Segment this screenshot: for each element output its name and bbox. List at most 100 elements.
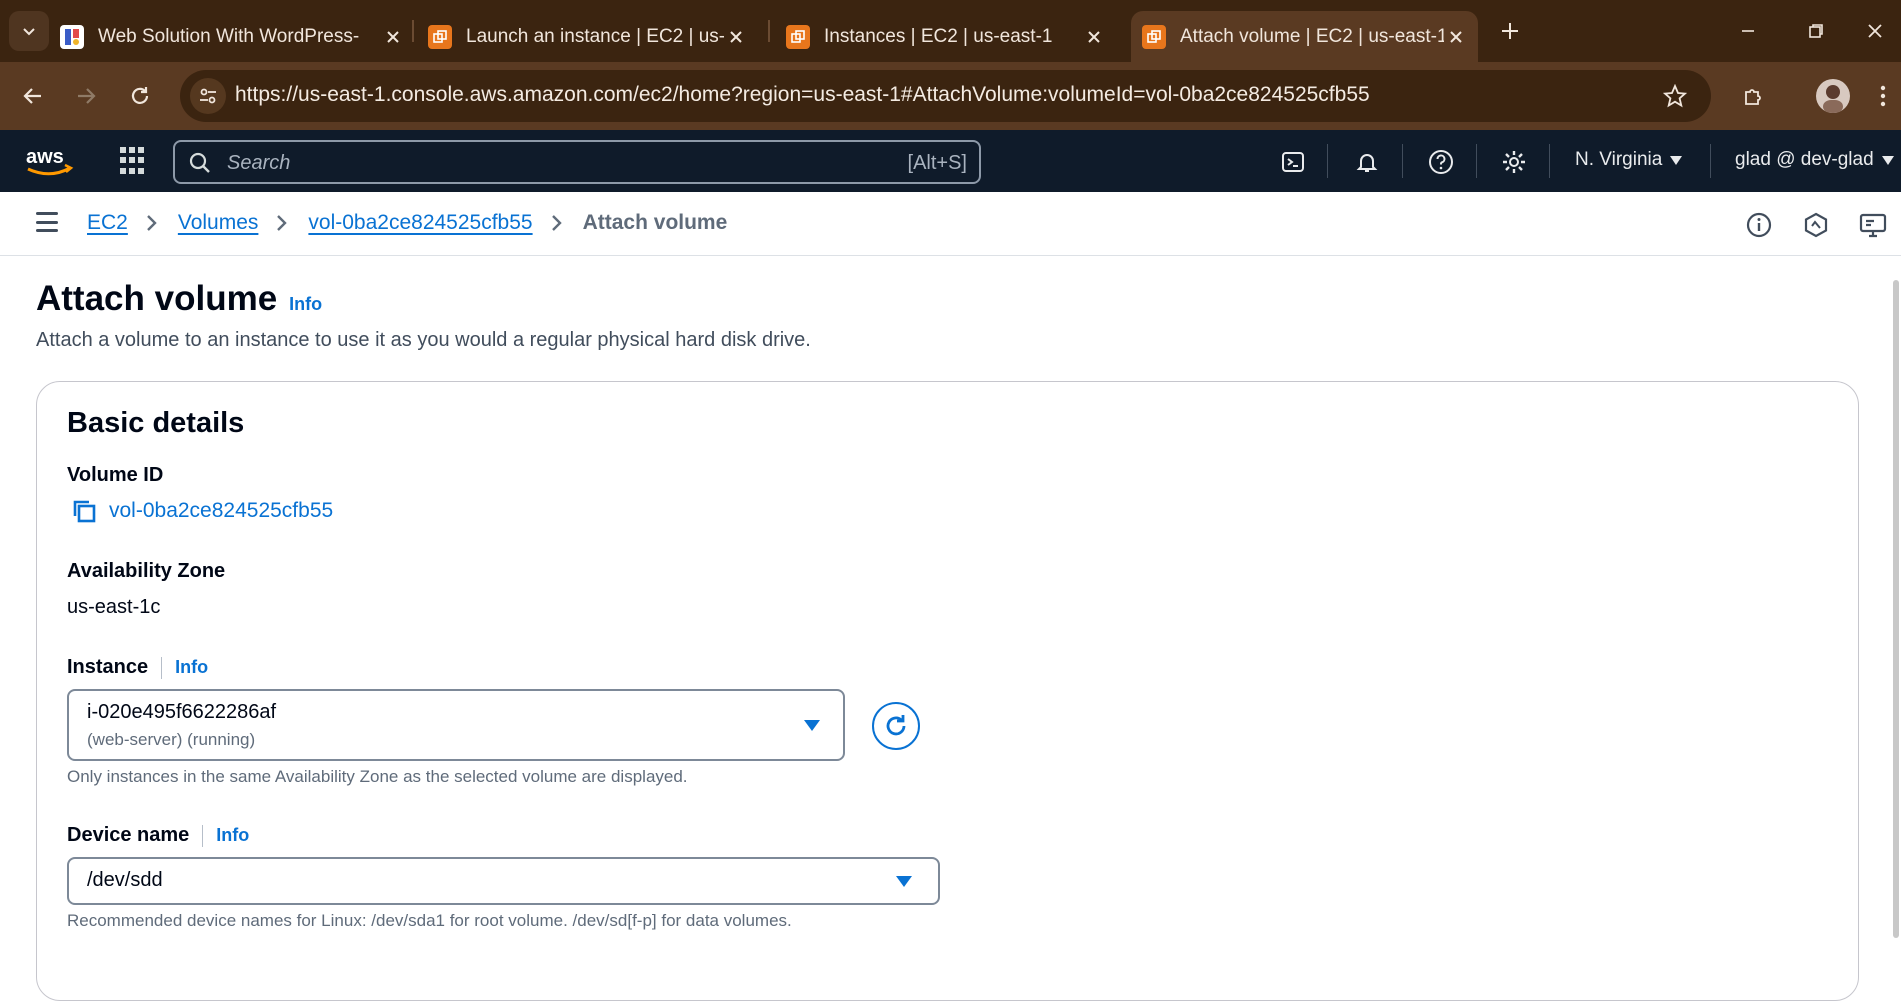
- instance-select[interactable]: i-020e495f6622286af (web-server) (runnin…: [67, 689, 845, 761]
- restore-icon: [1809, 24, 1823, 38]
- svg-text:aws: aws: [26, 146, 64, 168]
- breadcrumb-current: Attach volume: [582, 211, 728, 234]
- device-name-info-link[interactable]: Info: [216, 825, 249, 846]
- instance-info-link[interactable]: Info: [175, 657, 208, 678]
- shield-icon: [1804, 212, 1828, 238]
- tab-title: Web Solution With WordPress-: [98, 25, 360, 47]
- security-panel-button[interactable]: [1802, 211, 1830, 239]
- profile-avatar[interactable]: [1816, 79, 1850, 113]
- device-name-label-text: Device name: [67, 824, 190, 846]
- chevron-down-icon: [23, 28, 35, 36]
- account-menu[interactable]: glad @ dev-glad: [1735, 149, 1894, 171]
- back-button[interactable]: [15, 78, 51, 114]
- nav-divider: [1327, 144, 1328, 178]
- volume-id-label-text: Volume ID: [67, 464, 164, 486]
- instance-hint: Only instances in the same Availability …: [67, 767, 688, 786]
- tab-wordpress[interactable]: Web Solution With WordPress-: [60, 11, 405, 62]
- close-window-button[interactable]: [1858, 14, 1892, 48]
- minimize-icon: [1742, 30, 1754, 32]
- scrollbar[interactable]: [1893, 280, 1899, 938]
- nav-divider: [1402, 144, 1403, 178]
- close-icon[interactable]: [1444, 25, 1468, 49]
- volume-id-link[interactable]: vol-0ba2ce824525cfb55: [109, 499, 333, 523]
- aws-top-navigation: aws Search [Alt+S] N. Virginia glad @ de…: [0, 130, 1901, 192]
- restore-button[interactable]: [1799, 14, 1833, 48]
- reload-icon: [131, 87, 149, 104]
- aws-ec2-favicon-icon: [1142, 24, 1166, 49]
- help-icon: [1429, 150, 1453, 174]
- chevron-right-icon: [551, 213, 565, 233]
- breadcrumb-volumes[interactable]: Volumes: [178, 211, 259, 235]
- tab-attach-volume[interactable]: Attach volume | EC2 | us-east-1: [1131, 11, 1478, 62]
- breadcrumb: EC2 Volumes vol-0ba2ce824525cfb55 Attach…: [87, 211, 727, 235]
- page-info-link[interactable]: Info: [289, 294, 322, 315]
- instance-label-text: Instance: [67, 656, 149, 678]
- tab-title: Attach volume | EC2 | us-east-1: [1180, 25, 1444, 47]
- volume-id-value[interactable]: vol-0ba2ce824525cfb55: [71, 498, 333, 524]
- availability-zone-label-text: Availability Zone: [67, 560, 226, 582]
- plus-icon: [1502, 23, 1518, 39]
- browser-menu-button[interactable]: [1871, 78, 1895, 114]
- device-name-hint: Recommended device names for Linux: /dev…: [67, 911, 792, 930]
- instance-select-description: (web-server) (running): [87, 730, 256, 749]
- device-name-select[interactable]: /dev/sdd: [67, 857, 940, 905]
- copy-icon[interactable]: [71, 498, 97, 524]
- breadcrumb-ec2[interactable]: EC2: [87, 211, 128, 235]
- aws-logo[interactable]: aws: [24, 144, 76, 178]
- info-panel-button[interactable]: [1745, 211, 1773, 239]
- side-navigation-toggle[interactable]: [36, 212, 58, 232]
- feedback-button[interactable]: [1859, 211, 1887, 239]
- bookmark-button[interactable]: [1661, 82, 1689, 110]
- info-icon: [1746, 212, 1772, 238]
- close-icon: [1868, 24, 1882, 38]
- device-name-select-value: /dev/sdd: [87, 869, 163, 891]
- monitor-icon: [1859, 213, 1887, 238]
- gear-icon: [1503, 151, 1525, 173]
- search-icon: [189, 152, 210, 173]
- new-tab-button[interactable]: [1493, 14, 1527, 48]
- more-vert-icon: [1880, 85, 1886, 107]
- terminal-icon: [1282, 152, 1304, 172]
- aws-logo-icon: aws: [26, 146, 74, 176]
- region-selector[interactable]: N. Virginia: [1575, 149, 1683, 171]
- caret-down-icon: [896, 876, 912, 887]
- caret-down-icon: [804, 720, 820, 731]
- bell-icon: [1356, 154, 1378, 172]
- notifications-button[interactable]: [1352, 147, 1382, 177]
- close-icon[interactable]: [724, 25, 748, 49]
- wordpress-favicon-icon: [60, 24, 84, 49]
- label-divider: [202, 824, 204, 847]
- volume-id-label: Volume ID: [67, 464, 163, 487]
- search-input[interactable]: Search [Alt+S]: [173, 140, 981, 184]
- chevron-right-icon: [146, 213, 160, 233]
- region-label: N. Virginia: [1575, 149, 1663, 170]
- minimize-button[interactable]: [1731, 14, 1765, 48]
- nav-divider: [1549, 144, 1550, 178]
- extensions-button[interactable]: [1736, 78, 1772, 114]
- forward-button[interactable]: [68, 78, 104, 114]
- refresh-instances-button[interactable]: [872, 702, 920, 750]
- services-menu-icon[interactable]: [120, 147, 148, 175]
- tab-instances[interactable]: Instances | EC2 | us-east-1: [786, 11, 1106, 62]
- tab-launch-instance[interactable]: Launch an instance | EC2 | us-ea: [428, 11, 748, 62]
- avatar-icon: [1823, 85, 1843, 113]
- breadcrumb-volume-id[interactable]: vol-0ba2ce824525cfb55: [308, 211, 532, 235]
- nav-divider: [1710, 144, 1711, 178]
- search-placeholder: Search: [227, 152, 291, 174]
- device-name-label: Device name Info: [67, 824, 249, 847]
- close-icon[interactable]: [381, 25, 405, 49]
- settings-button[interactable]: [1499, 147, 1529, 177]
- browser-tab-bar: Web Solution With WordPress- Launch an i…: [0, 0, 1901, 62]
- address-bar[interactable]: https://us-east-1.console.aws.amazon.com…: [180, 70, 1711, 122]
- site-info-button[interactable]: [190, 78, 226, 114]
- help-button[interactable]: [1426, 147, 1456, 177]
- availability-zone-value: us-east-1c: [67, 596, 161, 618]
- cloudshell-button[interactable]: [1278, 147, 1308, 177]
- reload-button[interactable]: [122, 78, 158, 114]
- search-shortcut: [Alt+S]: [907, 152, 967, 174]
- close-icon[interactable]: [1082, 25, 1106, 49]
- aws-ec2-favicon-icon: [786, 24, 810, 49]
- browser-toolbar: https://us-east-1.console.aws.amazon.com…: [0, 62, 1901, 130]
- tab-search-button[interactable]: [9, 11, 49, 51]
- basic-details-panel: Basic details Volume ID vol-0ba2ce824525…: [36, 381, 1859, 1001]
